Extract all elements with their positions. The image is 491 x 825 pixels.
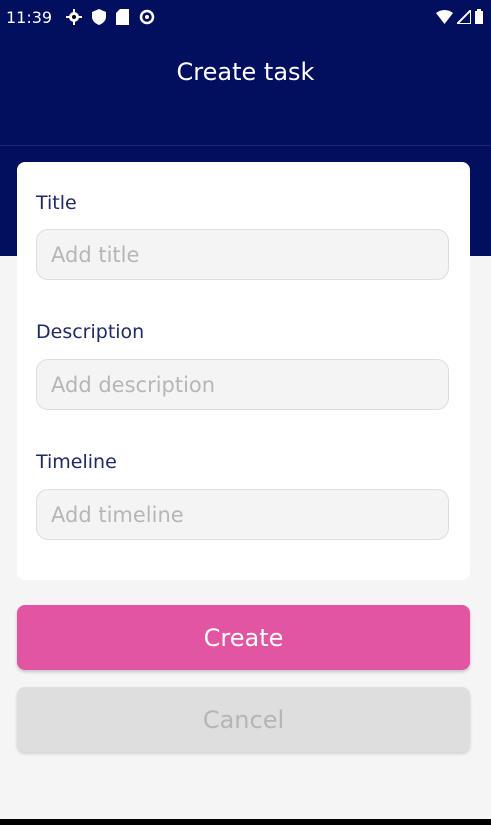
description-field-container: [36, 359, 449, 410]
title-label: Title: [36, 192, 77, 214]
battery-icon: [475, 9, 483, 24]
create-button[interactable]: Create: [17, 605, 470, 670]
cancel-button[interactable]: Cancel: [17, 687, 470, 752]
sd-card-icon: [116, 9, 129, 25]
description-label: Description: [36, 321, 145, 343]
cancel-button-label: Cancel: [202, 705, 285, 734]
timeline-field-container: [36, 489, 449, 540]
gear-icon: [66, 9, 82, 25]
wifi-icon: [436, 9, 453, 24]
timeline-label: Timeline: [36, 451, 117, 473]
status-icons-left: [66, 9, 155, 25]
data-saver-icon: [139, 9, 155, 25]
create-button-label: Create: [203, 623, 284, 652]
signal-icon: [457, 9, 471, 24]
shield-icon: [92, 9, 106, 25]
status-time: 11:39: [6, 8, 53, 27]
timeline-input[interactable]: [37, 490, 448, 539]
task-form-card: Title Description Timeline: [17, 162, 470, 580]
title-field-container: [36, 229, 449, 280]
status-bar: 11:39: [0, 0, 491, 34]
bottom-bar: [0, 819, 491, 825]
description-input[interactable]: [37, 360, 448, 409]
status-icons-right: [436, 9, 483, 24]
title-input[interactable]: [37, 230, 448, 279]
header-divider: [0, 145, 491, 146]
page-title: Create task: [176, 58, 315, 86]
